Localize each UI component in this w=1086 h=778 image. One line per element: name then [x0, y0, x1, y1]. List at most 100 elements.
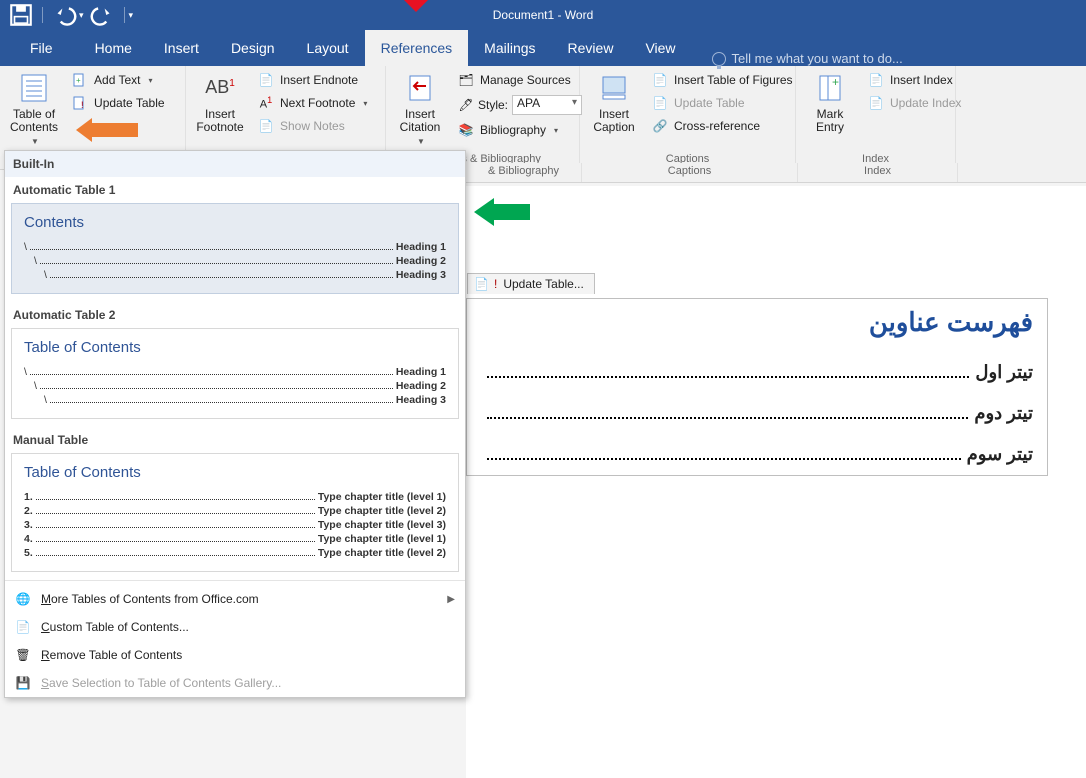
menu-save-selection: 💾 Save Selection to Table of Contents Ga…: [5, 669, 465, 697]
group-index: + Mark Entry 📄Insert Index 📄Update Index…: [796, 66, 956, 169]
add-text-button[interactable]: + Add Text▾: [68, 70, 169, 90]
update-index-icon: 📄: [868, 95, 884, 111]
crossref-label: Cross-reference: [674, 119, 760, 133]
citation-style-row: 🖊 Style: APA: [454, 93, 586, 117]
insert-endnote-button[interactable]: 📄Insert Endnote: [254, 70, 371, 90]
crossref-icon: 🔗: [652, 118, 668, 134]
toc-doc-row-2-text: تیتر دوم: [974, 403, 1033, 424]
add-text-icon: +: [72, 72, 88, 88]
title-bar: ▾ ▾ Document1 - Word: [0, 0, 1086, 30]
auto2-heading: Table of Contents: [24, 339, 446, 356]
toc-button-label: Table of Contents: [10, 108, 58, 134]
toc-doc-row-3: تیتر سوم: [467, 434, 1047, 475]
custom-toc-icon: 📄: [15, 619, 31, 635]
update-table-icon: !: [72, 95, 88, 111]
menu-header-builtin: Built-In: [5, 151, 465, 177]
qat-separator-2: [124, 7, 125, 23]
tab-home[interactable]: Home: [79, 30, 148, 66]
ribbon-tabs: File Home Insert Design Layout Reference…: [0, 30, 1086, 66]
manage-sources-icon: 🗂: [458, 72, 474, 88]
lightbulb-icon: [712, 52, 726, 66]
menu-more-label: ore Tables of Contents from Office.com: [51, 592, 259, 606]
svg-text:+: +: [832, 75, 839, 89]
save-icon[interactable]: [8, 2, 34, 28]
tab-file[interactable]: File: [14, 30, 69, 66]
qat-customize-icon[interactable]: ▾: [129, 10, 134, 21]
gallery-manual-table[interactable]: Table of Contents 1.Type chapter title (…: [11, 453, 459, 572]
strip-citations: & Bibliography: [466, 163, 582, 182]
update-table-label: Update Table: [94, 96, 165, 110]
insert-index-icon: 📄: [868, 72, 884, 88]
group-captions: Insert Caption 📄Insert Table of Figures …: [580, 66, 796, 169]
office-icon: 🌐: [15, 591, 31, 607]
menu-remove-toc[interactable]: 🗑 Remove Table of Contents: [5, 641, 465, 669]
update-table-figures-button: 📄Update Table: [648, 93, 797, 113]
tab-design[interactable]: Design: [215, 30, 291, 66]
update-tof-icon: 📄: [652, 95, 668, 111]
tab-insert[interactable]: Insert: [148, 30, 215, 66]
toc-update-tab[interactable]: 📄! Update Table...: [467, 273, 595, 294]
qat-separator: [42, 7, 43, 23]
remove-toc-icon: 🗑: [15, 647, 31, 663]
insert-citation-button[interactable]: Insert Citation▼: [392, 70, 448, 149]
update-table-button[interactable]: ! Update Table: [68, 93, 169, 113]
style-label: Style:: [478, 98, 508, 112]
show-notes-button: 📄 Show Notes: [254, 116, 371, 136]
footnote-icon: AB1: [204, 72, 236, 104]
caption-icon: [598, 72, 630, 104]
menu-separator: [5, 580, 465, 581]
insert-table-of-figures-button[interactable]: 📄 Insert Table of Figures: [648, 70, 797, 90]
menu-sub-auto2: Automatic Table 2: [5, 302, 465, 326]
gallery-auto-table-1[interactable]: Contents \Heading 1 \Heading 2 \Heading …: [11, 203, 459, 294]
bibliography-button[interactable]: 📚Bibliography▾: [454, 120, 586, 140]
toc-doc-row-3-text: تیتر سوم: [967, 444, 1033, 465]
next-footnote-button[interactable]: A1Next Footnote▾: [254, 93, 371, 113]
tof-icon: 📄: [652, 72, 668, 88]
tab-layout[interactable]: Layout: [291, 30, 365, 66]
toc-update-tab-label: Update Table...: [503, 277, 584, 291]
manage-sources-button[interactable]: 🗂 Manage Sources: [454, 70, 586, 90]
show-notes-icon: 📄: [258, 118, 274, 134]
strip-index: Index: [798, 163, 958, 182]
quick-access-toolbar: ▾ ▾: [0, 2, 133, 28]
annotation-orange-arrow: [76, 118, 138, 142]
insert-index-label: Insert Index: [890, 73, 953, 87]
update-index-label: Update Index: [890, 96, 961, 110]
menu-remove-label: emove Table of Contents: [50, 648, 183, 662]
tab-review[interactable]: Review: [552, 30, 630, 66]
table-of-contents-button[interactable]: Table of Contents ▼: [6, 70, 62, 149]
chevron-down-icon: ▼: [31, 138, 39, 147]
bibliography-label: Bibliography: [480, 123, 546, 137]
manage-sources-label: Manage Sources: [480, 73, 571, 87]
mark-entry-button[interactable]: + Mark Entry: [802, 70, 858, 136]
document-page: 📄! Update Table... فهرست عناوین تیتر اول…: [466, 186, 1086, 778]
gallery-auto-table-2[interactable]: Table of Contents \Heading 1 \Heading 2 …: [11, 328, 459, 419]
redo-icon[interactable]: [90, 2, 116, 28]
tof-label: Insert Table of Figures: [674, 73, 793, 87]
save-selection-icon: 💾: [15, 675, 31, 691]
svg-text:+: +: [76, 76, 81, 85]
tab-mailings[interactable]: Mailings: [468, 30, 551, 66]
insert-index-button[interactable]: 📄 Insert Index: [864, 70, 965, 90]
tab-references[interactable]: References: [365, 30, 469, 66]
menu-save-label: ave Selection to Table of Contents Galle…: [49, 676, 281, 690]
menu-more-from-office[interactable]: 🌐 More Tables of Contents from Office.co…: [5, 585, 465, 613]
style-icon: 🖊: [458, 97, 474, 113]
tab-view[interactable]: View: [629, 30, 691, 66]
undo-icon[interactable]: [51, 2, 77, 28]
cross-reference-button[interactable]: 🔗 Cross-reference: [648, 116, 797, 136]
show-notes-label: Show Notes: [280, 119, 345, 133]
menu-custom-toc[interactable]: 📄 Custom Table of Contents...: [5, 613, 465, 641]
style-select[interactable]: APA: [512, 95, 582, 115]
undo-dropdown-icon[interactable]: ▾: [79, 10, 84, 21]
insert-caption-button[interactable]: Insert Caption: [586, 70, 642, 136]
toc-field-box[interactable]: 📄! Update Table... فهرست عناوین تیتر اول…: [466, 298, 1048, 476]
tell-me-search[interactable]: Tell me what you want to do...: [712, 51, 903, 66]
endnote-icon: 📄: [258, 72, 274, 88]
toc-doc-row-1-text: تیتر اول: [975, 362, 1033, 383]
citation-icon: [404, 72, 436, 104]
toc-icon: [18, 72, 50, 104]
toc-tab-icon: 📄: [474, 277, 488, 291]
insert-footnote-button[interactable]: AB1 Insert Footnote: [192, 70, 248, 136]
toc-doc-row-2: تیتر دوم: [467, 393, 1047, 434]
